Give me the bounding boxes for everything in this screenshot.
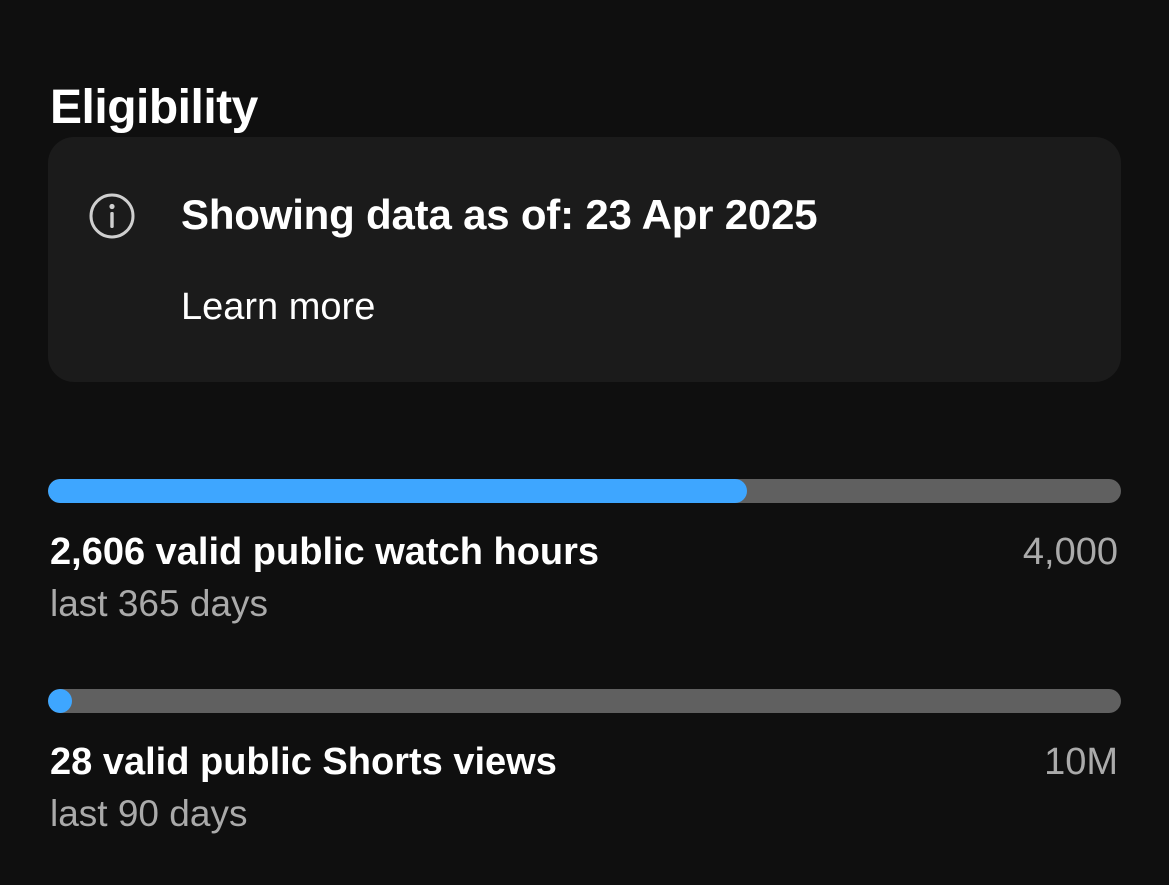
shorts-views-progress-bar: [48, 689, 1121, 713]
watch-hours-progress-fill: [48, 479, 747, 503]
watch-hours-goal: 4,000: [1022, 531, 1118, 573]
watch-hours-metric: 2,606 valid public watch hours 4,000 las…: [48, 479, 1121, 622]
page-title: Eligibility: [50, 81, 258, 135]
data-freshness-card: Showing data as of: 23 Apr 2025 Learn mo…: [48, 137, 1121, 382]
shorts-views-metric: 28 valid public Shorts views 10M last 90…: [48, 689, 1121, 832]
info-icon: [89, 193, 135, 239]
shorts-views-label: 28 valid public Shorts views: [50, 741, 557, 783]
watch-hours-period: last 365 days: [50, 583, 269, 624]
shorts-views-goal: 10M: [1044, 741, 1118, 783]
learn-more-link[interactable]: Learn more: [181, 288, 375, 326]
data-as-of-text: Showing data as of: 23 Apr 2025: [181, 191, 818, 238]
watch-hours-progress-bar: [48, 479, 1121, 503]
watch-hours-label: 2,606 valid public watch hours: [50, 531, 600, 573]
shorts-views-period: last 90 days: [50, 793, 248, 834]
shorts-views-progress-fill: [48, 689, 72, 713]
